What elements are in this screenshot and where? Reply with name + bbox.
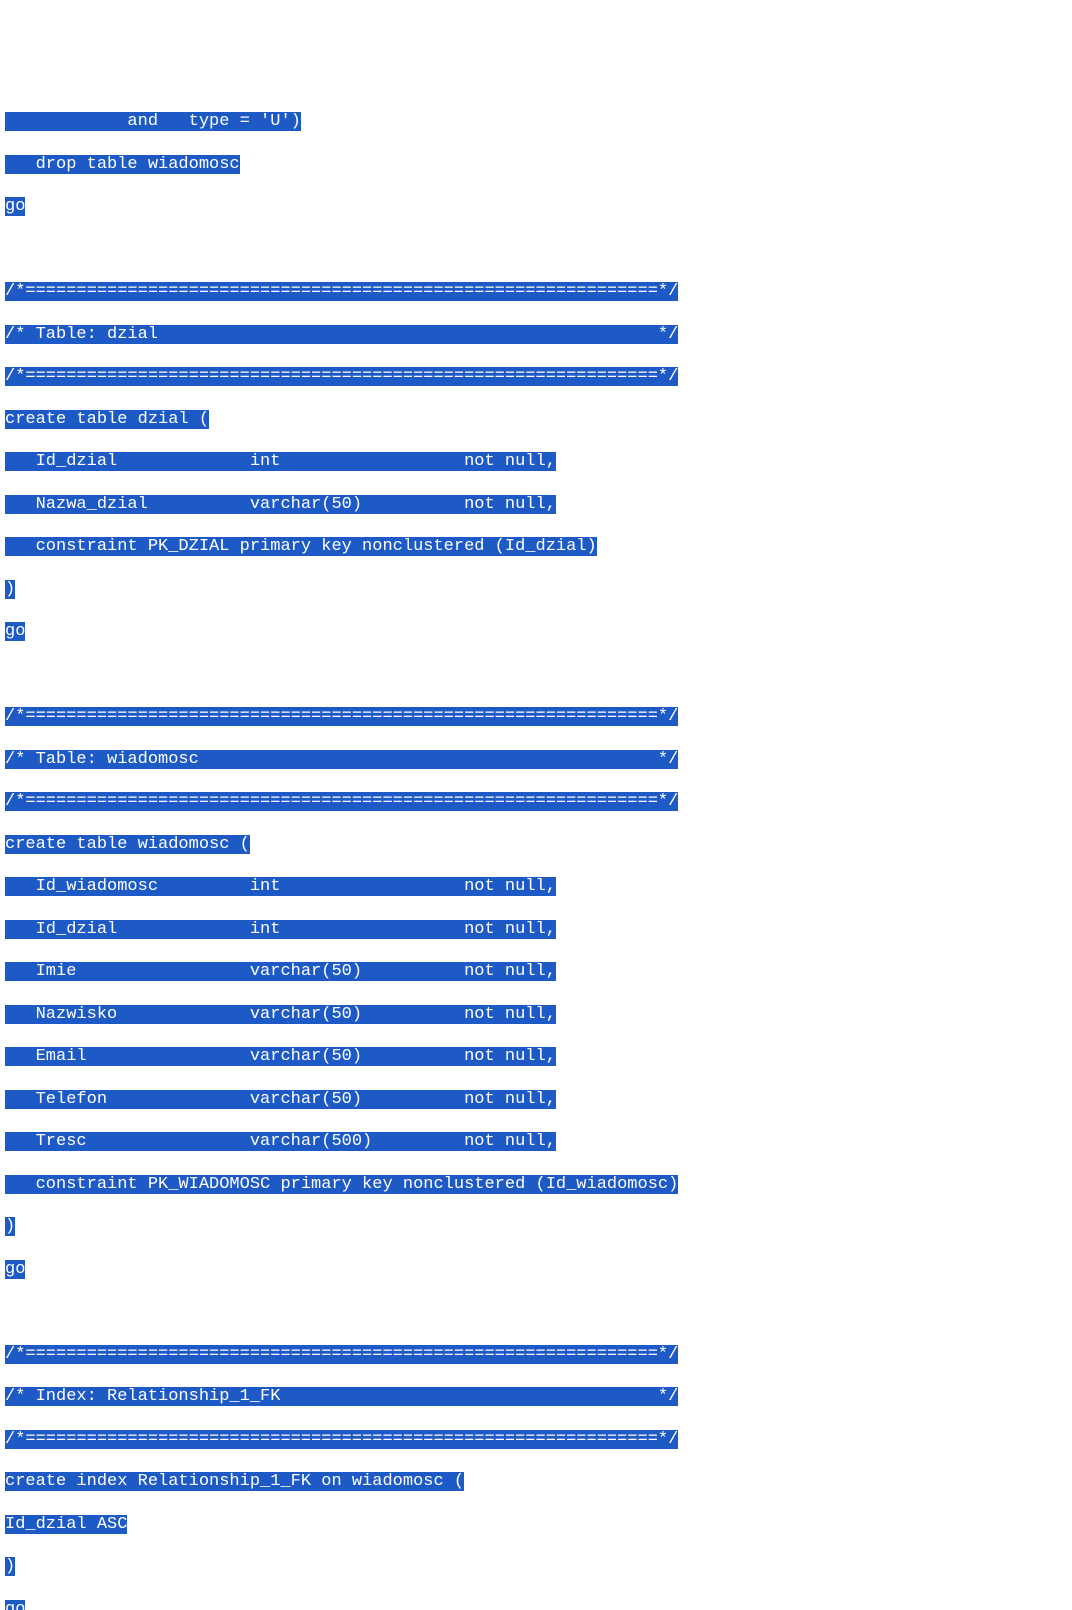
code-line: go [5, 1259, 1067, 1280]
code-line: go [5, 621, 1067, 642]
code-line: create table dzial ( [5, 409, 1067, 430]
code-line: ) [5, 1556, 1067, 1577]
code-line: create table wiadomosc ( [5, 834, 1067, 855]
code-line: /*======================================… [5, 1429, 1067, 1450]
code-line: ) [5, 579, 1067, 600]
code-line: Id_wiadomosc int not null, [5, 876, 1067, 897]
code-line-blank [5, 239, 1067, 260]
code-line: drop table wiadomosc [5, 154, 1067, 175]
code-line: /* Table: dzial */ [5, 324, 1067, 345]
code-line: constraint PK_WIADOMOSC primary key nonc… [5, 1174, 1067, 1195]
code-line: Imie varchar(50) not null, [5, 961, 1067, 982]
code-line: /* Table: wiadomosc */ [5, 749, 1067, 770]
code-line: /*======================================… [5, 1344, 1067, 1365]
code-line: constraint PK_DZIAL primary key nonclust… [5, 536, 1067, 557]
code-line: create index Relationship_1_FK on wiadom… [5, 1471, 1067, 1492]
code-line: go [5, 196, 1067, 217]
code-line: Id_dzial ASC [5, 1514, 1067, 1535]
code-line: go [5, 1599, 1067, 1610]
code-line: Tresc varchar(500) not null, [5, 1131, 1067, 1152]
code-line: Id_dzial int not null, [5, 919, 1067, 940]
code-line: /*======================================… [5, 281, 1067, 302]
code-line: Email varchar(50) not null, [5, 1046, 1067, 1067]
sql-code-editor[interactable]: and type = 'U') drop table wiadomosc go … [5, 90, 1067, 1610]
code-line-blank [5, 1301, 1067, 1322]
code-line: ) [5, 1216, 1067, 1237]
code-line: Telefon varchar(50) not null, [5, 1089, 1067, 1110]
code-line: /*======================================… [5, 791, 1067, 812]
code-line: Nazwisko varchar(50) not null, [5, 1004, 1067, 1025]
code-line: and type = 'U') [5, 111, 1067, 132]
code-line-blank [5, 664, 1067, 685]
code-line: Nazwa_dzial varchar(50) not null, [5, 494, 1067, 515]
code-line: /*======================================… [5, 706, 1067, 727]
code-line: /* Index: Relationship_1_FK */ [5, 1386, 1067, 1407]
code-line: Id_dzial int not null, [5, 451, 1067, 472]
code-line: /*======================================… [5, 366, 1067, 387]
